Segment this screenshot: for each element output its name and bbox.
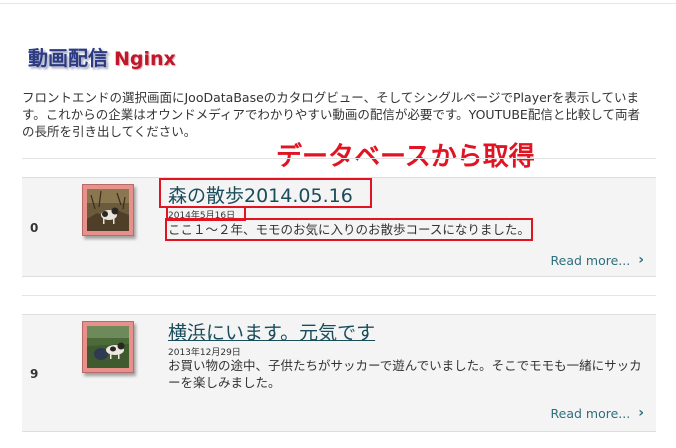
- database-annotation: データベースから取得: [276, 142, 535, 172]
- dog-photo-thumbnail: [87, 326, 129, 368]
- chevron-right-icon: ›: [638, 252, 644, 268]
- item-thumbnail[interactable]: [82, 321, 134, 373]
- item-description: ここ１～２年、モモのお気に入りのお散歩コースになりました。: [168, 222, 530, 237]
- intro-text: フロントエンドの選択画面にJooDataBaseのカタログビュー、そしてシングル…: [22, 90, 640, 139]
- page-title-en: Nginx: [114, 48, 176, 70]
- item-number: 0: [30, 221, 39, 235]
- list-item: 9 横浜にいます。元気です 2013年12月29日 お買い物の途中、子供たちがサ…: [22, 314, 656, 432]
- item-title-link[interactable]: 森の散歩2014.05.16: [168, 181, 353, 208]
- page-title-jp: 動画配信: [28, 46, 108, 70]
- item-thumbnail[interactable]: [82, 184, 134, 236]
- page-title: 動画配信 Nginx: [28, 42, 176, 71]
- read-more-label: Read more...: [550, 405, 631, 421]
- item-title-link[interactable]: 横浜にいます。元気です: [168, 318, 375, 345]
- read-more-label: Read more...: [550, 252, 631, 268]
- divider: [22, 295, 656, 296]
- chevron-right-icon: ›: [638, 405, 644, 421]
- divider: [22, 158, 656, 159]
- item-description: お買い物の途中、子供たちがサッカーで遊んでいました。そこでモモも一緒にサッカーを…: [168, 358, 642, 390]
- dog-photo-thumbnail: [87, 189, 129, 231]
- item-date: 2014年5月16日: [168, 211, 236, 221]
- list-item: 0 森の散歩2014.05.16 2014年5月16日 ここ１～２年、モモのお気…: [22, 177, 656, 277]
- read-more-link[interactable]: Read more... ›: [551, 252, 644, 268]
- top-divider: [0, 3, 676, 4]
- read-more-link[interactable]: Read more... ›: [551, 405, 644, 421]
- item-number: 9: [30, 367, 39, 381]
